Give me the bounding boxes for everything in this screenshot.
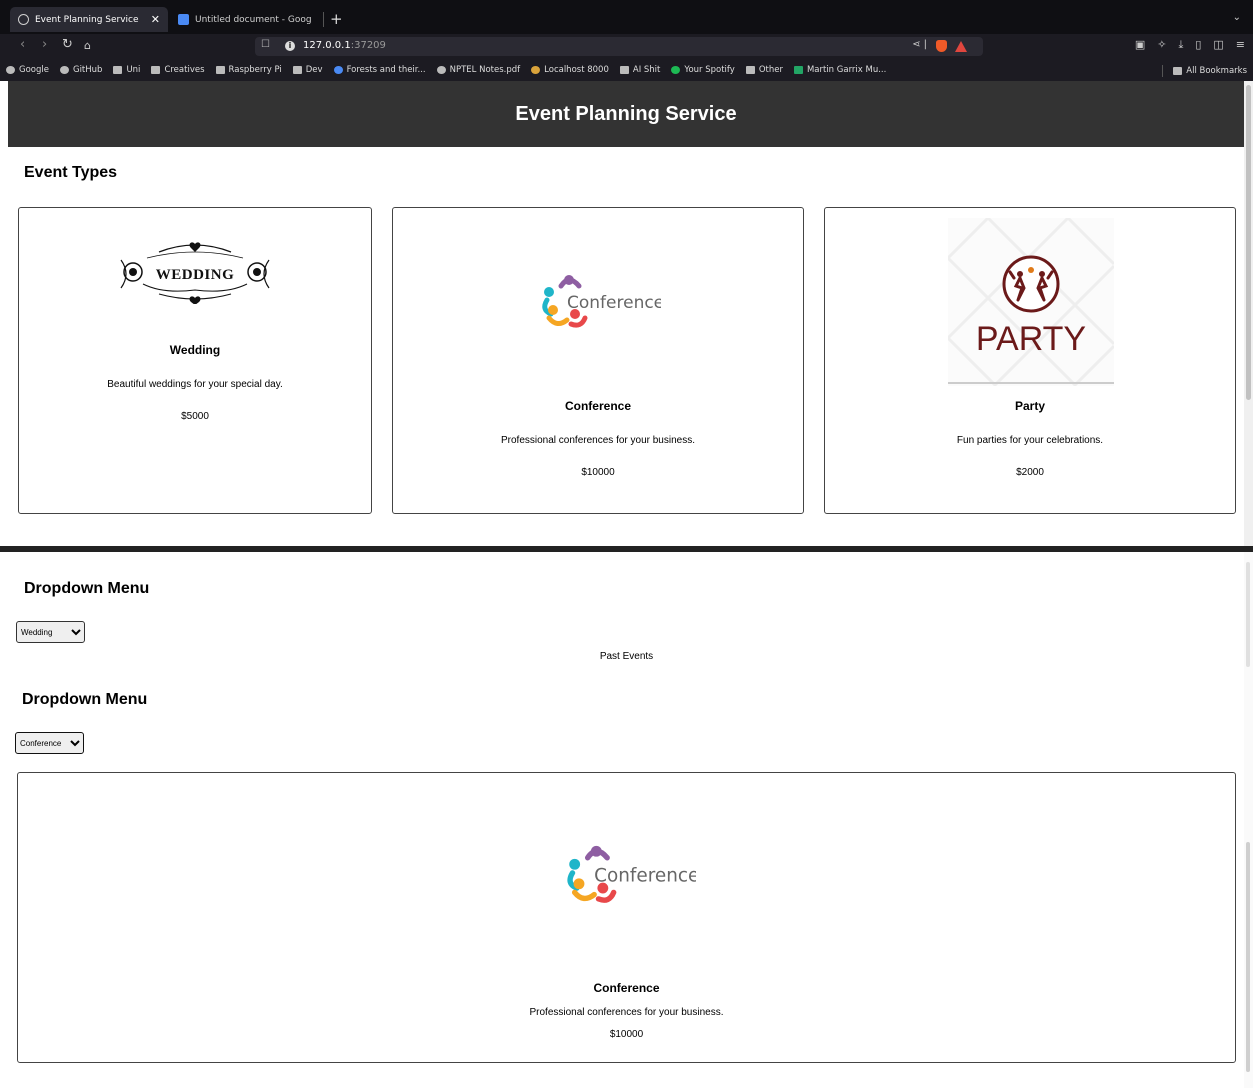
brave-shield-icon[interactable] xyxy=(936,40,947,52)
bookmark-item[interactable]: Forests and their... xyxy=(333,65,426,75)
bookmark-item[interactable]: Raspberry Pi xyxy=(215,65,282,75)
spotify-icon xyxy=(671,66,681,74)
url-text: 127.0.0.1:37209 xyxy=(303,40,386,51)
dropdown-menu-title: Dropdown Menu xyxy=(24,580,150,597)
svg-text:WEDDING: WEDDING xyxy=(156,267,235,283)
home-icon[interactable]: ⌂ xyxy=(84,39,91,52)
reload-icon[interactable]: ↻ xyxy=(62,37,73,52)
sheets-icon xyxy=(793,66,803,74)
event-price: $10000 xyxy=(609,1029,644,1040)
dropdown-menu-title-2: Dropdown Menu xyxy=(22,691,148,708)
bookmark-item[interactable]: GitHub xyxy=(59,65,102,75)
tab-bar: Event Planning Service ✕ Untitled docume… xyxy=(0,0,1253,34)
share-icon[interactable]: ⋖ | xyxy=(912,39,927,50)
tab-google-doc[interactable]: Untitled document - Google Doc xyxy=(170,7,320,32)
selected-event-card[interactable]: Conference Conference Professional confe… xyxy=(17,772,1236,1063)
browser-chrome: Event Planning Service ✕ Untitled docume… xyxy=(0,0,1253,81)
globe-icon xyxy=(18,14,29,25)
all-bookmarks[interactable]: All Bookmarks xyxy=(1162,65,1247,77)
conference-logo-icon: Conference xyxy=(567,845,696,903)
bookmark-item[interactable]: Uni xyxy=(113,65,140,75)
stack-icon xyxy=(531,66,541,74)
puzzle-icon[interactable]: ✧ xyxy=(1157,38,1166,52)
globe-icon xyxy=(436,66,446,74)
sidebar-icon[interactable]: ▯ xyxy=(1195,38,1201,52)
nav-toolbar: ‹ › ↻ ⌂ ☐ i 127.0.0.1:37209 ⋖ | ▣ ✧ ⤓ ▯ … xyxy=(0,34,1253,59)
address-bar[interactable]: ☐ i 127.0.0.1:37209 ⋖ | xyxy=(255,37,983,56)
past-events-label: Past Events xyxy=(599,651,654,662)
wallet-icon[interactable]: ◫ xyxy=(1213,38,1223,52)
bookmark-item[interactable]: Localhost 8000 xyxy=(531,65,609,75)
folder-icon xyxy=(113,66,123,74)
bookmarks-bar: Google GitHub Uni Creatives Raspberry Pi… xyxy=(0,59,1253,81)
extension-icon[interactable]: ▣ xyxy=(1135,38,1145,52)
svg-text:Conference: Conference xyxy=(567,293,661,313)
folder-icon xyxy=(619,66,629,74)
scrollbar-thumb[interactable] xyxy=(1246,85,1251,400)
page-bottom: Dropdown Menu Wedding Past Events Dropdo… xyxy=(0,552,1244,1088)
event-name: Conference xyxy=(564,399,632,413)
brave-rewards-icon[interactable] xyxy=(955,41,967,52)
bookmark-item[interactable]: Martin Garrix Mu... xyxy=(793,65,886,75)
event-description: Professional conferences for your busine… xyxy=(501,435,695,446)
folder-icon xyxy=(1173,67,1183,75)
event-name: Conference xyxy=(593,981,660,995)
event-types-title: Event Types xyxy=(24,164,118,181)
folder-icon xyxy=(292,66,302,74)
tab-title: Untitled document - Google Doc xyxy=(195,14,312,25)
event-price: $5000 xyxy=(181,411,209,422)
wedding-logo-icon: WEDDING xyxy=(120,242,270,304)
close-icon[interactable]: ✕ xyxy=(151,13,160,26)
tab-list-chevron-icon[interactable]: ⌄ xyxy=(1233,12,1241,23)
new-tab-icon[interactable]: + xyxy=(330,10,343,28)
back-icon[interactable]: ‹ xyxy=(20,37,25,52)
bookmark-item[interactable]: AI Shit xyxy=(619,65,660,75)
folder-icon xyxy=(151,66,161,74)
folder-icon xyxy=(215,66,225,74)
tab-separator xyxy=(323,12,324,27)
tab-event-planning[interactable]: Event Planning Service ✕ xyxy=(10,7,168,32)
forward-icon[interactable]: › xyxy=(42,37,47,52)
bookmark-item[interactable]: NPTEL Notes.pdf xyxy=(436,65,520,75)
folder-icon xyxy=(745,66,755,74)
event-description: Beautiful weddings for your special day. xyxy=(107,379,283,390)
event-card-conference[interactable]: Conference Conference Professional confe… xyxy=(392,207,804,514)
scrollbar[interactable] xyxy=(1244,552,1253,1088)
bookmark-item[interactable]: Other xyxy=(745,65,783,75)
site-info-icon[interactable]: i xyxy=(285,41,295,51)
event-name: Party xyxy=(1014,399,1046,413)
event-type-select-2[interactable]: Conference xyxy=(15,732,84,754)
bookmark-item[interactable]: Creatives xyxy=(151,65,205,75)
conference-logo-icon: Conference xyxy=(542,275,661,328)
page-top: Event Planning Service Event Types WEDDI… xyxy=(0,81,1244,546)
github-icon xyxy=(59,66,69,74)
event-type-select[interactable]: Wedding xyxy=(16,621,85,643)
bookmark-icon[interactable]: ☐ xyxy=(261,39,270,50)
event-price: $10000 xyxy=(581,467,615,478)
party-logo-icon: PARTY xyxy=(948,218,1114,386)
event-card-party[interactable]: PARTY Party Fun parties for your celebra… xyxy=(824,207,1236,514)
google-icon xyxy=(6,66,15,74)
event-price: $2000 xyxy=(1016,467,1044,478)
site-header: Event Planning Service xyxy=(8,81,1244,147)
menu-icon[interactable]: ≡ xyxy=(1236,38,1245,52)
scrollbar[interactable] xyxy=(1244,81,1253,546)
event-description: Fun parties for your celebrations. xyxy=(956,435,1104,446)
site-icon xyxy=(333,66,343,74)
bookmark-item[interactable]: Google xyxy=(6,65,49,75)
tab-title: Event Planning Service xyxy=(35,14,139,25)
event-name: Wedding xyxy=(169,343,221,357)
scrollbar-thumb[interactable] xyxy=(1246,842,1250,1072)
download-icon[interactable]: ⤓ xyxy=(1178,38,1183,52)
docs-icon xyxy=(178,14,189,25)
scrollbar-thumb[interactable] xyxy=(1246,562,1250,667)
toolbar-right-icons: ▣ ✧ ⤓ ▯ ◫ ≡ xyxy=(1135,38,1245,52)
bookmark-item[interactable]: Your Spotify xyxy=(671,65,735,75)
separator xyxy=(1162,65,1164,77)
event-description: Professional conferences for your busine… xyxy=(529,1007,724,1018)
svg-text:Conference: Conference xyxy=(594,866,696,887)
svg-text:PARTY: PARTY xyxy=(976,320,1086,358)
bookmark-item[interactable]: Dev xyxy=(292,65,323,75)
event-card-wedding[interactable]: WEDDING Wedding Beautiful weddings for y… xyxy=(18,207,372,514)
